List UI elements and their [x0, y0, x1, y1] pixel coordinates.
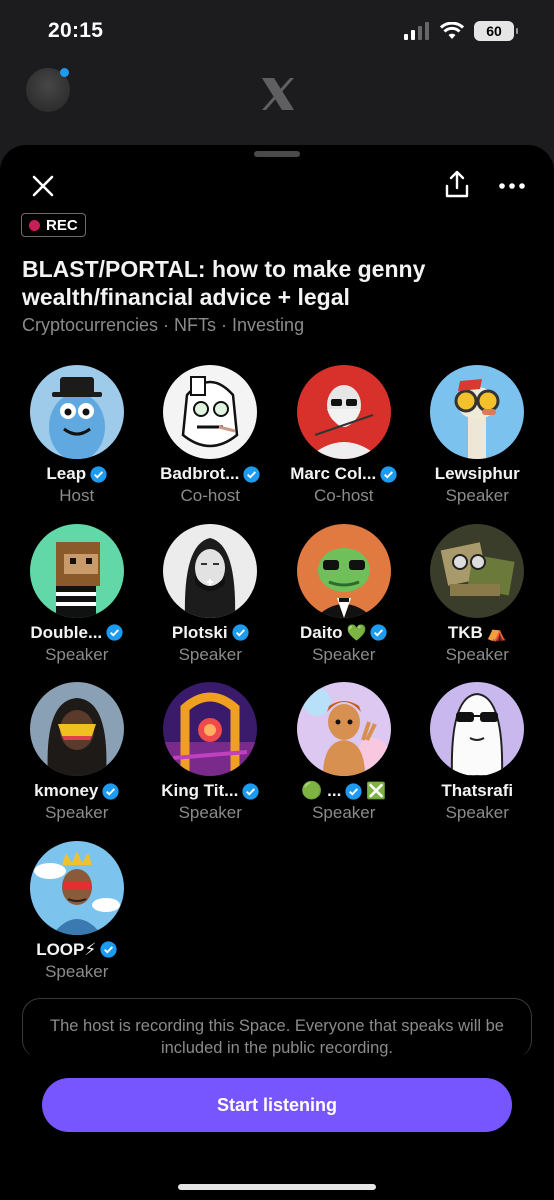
verified-badge-icon — [106, 624, 123, 641]
battery-level: 60 — [486, 23, 502, 39]
share-button[interactable] — [440, 167, 474, 201]
speaker-role: Speaker — [312, 803, 376, 822]
speaker-badbrot[interactable]: Badbrot... Co-host — [144, 363, 278, 522]
speaker-green[interactable]: 🟢 ... ❎ Speaker — [277, 680, 411, 839]
green-heart-emoji: 💚 — [346, 624, 367, 642]
speaker-king[interactable]: King Tit... Speaker — [144, 680, 278, 839]
speaker-name: Lewsiphur — [434, 464, 520, 483]
verified-badge-icon — [345, 782, 362, 800]
avatar — [29, 840, 124, 935]
speaker-name: LOOP⚡ — [36, 939, 97, 959]
space-sheet: REC BLAST/PORTAL: how to make genny weal… — [0, 145, 554, 1200]
close-button[interactable] — [26, 169, 60, 203]
speaker-kmoney[interactable]: kmoney Speaker — [10, 680, 144, 839]
speaker-loop[interactable]: LOOP⚡ Speaker — [10, 839, 144, 998]
space-topics: Cryptocurrencies · NFTs · Investing — [22, 315, 305, 335]
verified-badge-icon — [370, 624, 388, 641]
speaker-role: Speaker — [45, 803, 109, 822]
share-icon — [445, 170, 469, 198]
rec-badge: REC — [21, 213, 86, 237]
space-title: BLAST/PORTAL: how to make genny wealth/f… — [22, 256, 426, 310]
speaker-role: Speaker — [445, 803, 509, 822]
wifi-icon — [440, 22, 464, 39]
speaker-name: Daito — [300, 622, 343, 642]
speaker-grid: Leap Host Badbrot... Co-host Marc Col...… — [10, 363, 544, 997]
speaker-role: Speaker — [445, 486, 509, 505]
verified-badge-icon — [242, 782, 259, 800]
speaker-name: Plotski — [171, 622, 228, 642]
verified-badge-icon — [100, 941, 117, 958]
speaker-tkb[interactable]: TKB ⛺ Speaker — [411, 522, 545, 681]
speaker-name: Thatsrafi — [441, 781, 514, 800]
avatar — [296, 682, 391, 776]
start-listening-button[interactable]: Start listening — [42, 1078, 512, 1132]
avatar — [296, 523, 391, 618]
speaker-name: Leap — [46, 464, 87, 483]
status-icons: 60 — [404, 21, 518, 41]
x-logo-icon — [262, 78, 294, 110]
verified-badge-icon — [380, 465, 397, 483]
avatar — [163, 365, 258, 459]
verified-badge-icon — [90, 465, 107, 483]
background-header — [0, 62, 554, 152]
avatar — [296, 365, 391, 459]
avatar — [163, 682, 258, 776]
speaker-role: Speaker — [312, 644, 376, 664]
rec-label: REC — [46, 216, 78, 234]
speaker-marc[interactable]: Marc Col... Co-host — [277, 363, 411, 522]
speaker-role: Host — [59, 486, 95, 505]
speaker-name: Marc Col... — [290, 464, 377, 483]
verified-badge-icon — [102, 782, 119, 800]
speaker-role: Speaker — [445, 644, 509, 664]
speaker-daito[interactable]: Daito 💚 Speaker — [277, 522, 411, 681]
speaker-double[interactable]: Double... Speaker — [10, 522, 144, 681]
speaker-plotski[interactable]: Plotski Speaker — [144, 522, 278, 681]
more-options-button[interactable] — [494, 169, 530, 203]
tent-emoji: ⛺ — [486, 624, 507, 642]
avatar — [29, 682, 124, 776]
verified-badge-icon — [232, 624, 249, 641]
close-icon — [32, 175, 54, 197]
sheet-grabber[interactable] — [254, 151, 300, 157]
recording-notice: The host is recording this Space. Everyo… — [30, 1013, 524, 1059]
speaker-role: Speaker — [45, 961, 109, 981]
speaker-role: Speaker — [45, 644, 109, 664]
speaker-role: Speaker — [178, 803, 242, 822]
avatar — [430, 682, 525, 776]
avatar — [29, 365, 124, 459]
status-time: 20:15 — [48, 19, 104, 42]
more-icon — [499, 183, 525, 189]
speaker-name: King Tit... — [161, 781, 239, 800]
speaker-leap[interactable]: Leap Host — [10, 363, 144, 522]
speaker-lewsiphur[interactable]: Lewsiphur Speaker — [411, 363, 545, 522]
avatar — [430, 523, 525, 618]
emoji-badge: ❎ — [366, 783, 387, 800]
avatar — [430, 365, 525, 459]
avatar — [29, 523, 124, 618]
signal-icon — [404, 22, 429, 40]
speaker-role: Co-host — [313, 486, 374, 505]
avatar — [163, 523, 258, 618]
speaker-role: Co-host — [180, 486, 241, 505]
speaker-role: Speaker — [178, 644, 242, 664]
notification-dot — [60, 68, 69, 77]
home-indicator — [178, 1184, 376, 1190]
verified-badge-icon — [243, 465, 260, 483]
battery-icon: 60 — [474, 21, 518, 41]
rec-dot-icon — [29, 219, 40, 231]
speaker-name: TKB — [447, 622, 483, 642]
speaker-name: 🟢 ... — [301, 781, 342, 800]
speaker-thatsrafi[interactable]: Thatsrafi Speaker — [411, 680, 545, 839]
speaker-name: Badbrot... — [160, 464, 240, 483]
speaker-name: kmoney — [34, 781, 99, 800]
status-bar: 20:15 60 — [0, 0, 554, 62]
speaker-name: Double... — [30, 622, 103, 642]
